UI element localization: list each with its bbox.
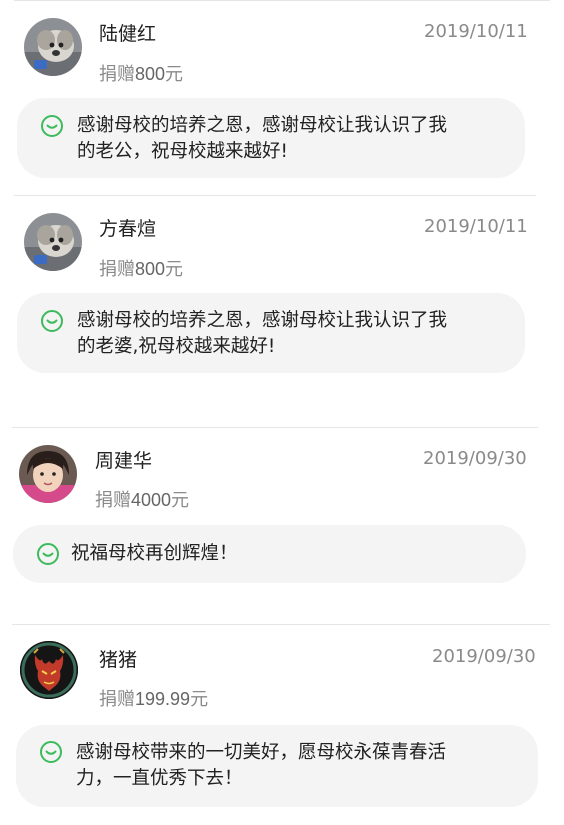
- message-bubble: 感谢母校带来的一切美好，愿母校永葆青春活 力，一直优秀下去！: [16, 725, 538, 807]
- donation-amount: 捐赠199.99元: [99, 685, 208, 711]
- message-text: 祝福母校再创辉煌！: [71, 541, 511, 567]
- avatar[interactable]: [19, 445, 77, 503]
- donation-prefix: 捐赠: [99, 64, 135, 85]
- avatar[interactable]: [20, 641, 78, 699]
- currency-unit: 元: [165, 64, 184, 85]
- chat-bubble-icon: [37, 543, 59, 565]
- message-text: 感谢母校的培养之恩，感谢母校让我认识了我 的老婆,祝母校越来越好!: [77, 308, 517, 360]
- dog-photo-avatar-icon: [24, 18, 82, 76]
- currency-unit: 元: [165, 259, 184, 280]
- currency-unit: 元: [171, 490, 190, 511]
- donation-date: 2019/09/30: [423, 448, 527, 469]
- message-line-1: 感谢母校的培养之恩，感谢母校让我认识了我: [77, 115, 448, 136]
- donor-name: 陆健红: [99, 23, 157, 45]
- currency-unit: 元: [190, 689, 209, 710]
- donor-entry-4[interactable]: 猪猪 2019/09/30 捐赠199.99元 感谢母校带来的一切美好，愿母校永…: [0, 625, 564, 825]
- amount-value: 4000: [131, 490, 172, 510]
- dragon-emblem-avatar-icon: [20, 641, 78, 699]
- message-line-1: 感谢母校的培养之恩，感谢母校让我认识了我: [77, 310, 448, 331]
- message-bubble: 感谢母校的培养之恩，感谢母校让我认识了我 的老公，祝母校越来越好!: [17, 98, 525, 178]
- message-line-2: 力，一直优秀下去！: [76, 768, 243, 789]
- donation-prefix: 捐赠: [95, 490, 131, 511]
- chat-bubble-icon: [40, 741, 62, 763]
- donor-name: 方春煊: [99, 218, 157, 240]
- chat-bubble-icon: [41, 310, 63, 332]
- donation-prefix: 捐赠: [99, 689, 135, 710]
- donation-date: 2019/10/11: [424, 21, 528, 42]
- message-line-1: 祝福母校再创辉煌！: [71, 543, 238, 564]
- avatar[interactable]: [24, 18, 82, 76]
- donation-amount: 捐赠800元: [99, 60, 183, 86]
- donation-date: 2019/09/30: [432, 646, 536, 667]
- donor-name: 周建华: [95, 450, 153, 472]
- donor-entry-2[interactable]: 方春煊 2019/10/11 捐赠800元 感谢母校的培养之恩，感谢母校让我认识…: [0, 196, 564, 426]
- dog-photo-avatar-icon: [24, 213, 82, 271]
- amount-value: 800: [135, 64, 166, 84]
- message-bubble: 感谢母校的培养之恩，感谢母校让我认识了我 的老婆,祝母校越来越好!: [17, 293, 525, 373]
- donor-name: 猪猪: [99, 649, 138, 671]
- donor-entry-3[interactable]: 周建华 2019/09/30 捐赠4000元 祝福母校再创辉煌！: [0, 428, 564, 624]
- amount-value: 800: [135, 259, 166, 279]
- message-text: 感谢母校带来的一切美好，愿母校永葆青春活 力，一直优秀下去！: [76, 740, 526, 792]
- message-line-2: 的老公，祝母校越来越好!: [77, 141, 288, 162]
- chat-bubble-icon: [41, 115, 63, 137]
- child-photo-avatar-icon: [19, 445, 77, 503]
- donation-amount: 捐赠800元: [99, 255, 183, 281]
- message-line-2: 的老婆,祝母校越来越好!: [77, 336, 276, 357]
- donation-amount: 捐赠4000元: [95, 486, 189, 512]
- donor-entry-1[interactable]: 陆健红 2019/10/11 捐赠800元 感谢母校的培养之恩，感谢母校让我认识…: [0, 0, 564, 195]
- message-bubble: 祝福母校再创辉煌！: [13, 525, 526, 583]
- message-text: 感谢母校的培养之恩，感谢母校让我认识了我 的老公，祝母校越来越好!: [77, 113, 517, 165]
- amount-value: 199.99: [135, 689, 191, 709]
- message-line-1: 感谢母校带来的一切美好，愿母校永葆青春活: [76, 742, 447, 763]
- donation-date: 2019/10/11: [424, 216, 528, 237]
- avatar[interactable]: [24, 213, 82, 271]
- donation-prefix: 捐赠: [99, 259, 135, 280]
